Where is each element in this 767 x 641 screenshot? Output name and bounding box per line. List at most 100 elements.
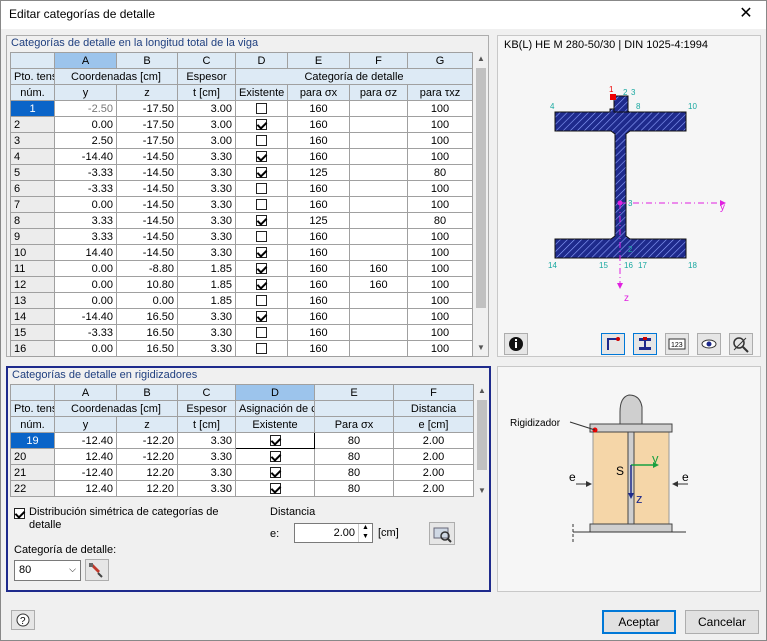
thickness-cell[interactable]: 3.00 [177, 132, 236, 149]
existente-cell[interactable] [235, 308, 288, 325]
sigma-x-cell[interactable]: 160 [287, 116, 350, 133]
z-cell[interactable]: -14.50 [116, 164, 178, 181]
z-cell[interactable]: -14.50 [116, 196, 178, 213]
scroll-thumb[interactable] [476, 68, 486, 308]
distance-cell[interactable]: 2.00 [393, 432, 474, 449]
thickness-cell[interactable]: 3.30 [177, 244, 236, 261]
sigma-z-cell[interactable] [349, 196, 408, 213]
tau-xz-cell[interactable]: 100 [407, 260, 473, 277]
row-number[interactable]: 12 [10, 276, 55, 293]
show-points-button[interactable] [601, 333, 625, 355]
existente-cell[interactable] [235, 292, 288, 309]
tau-xz-cell[interactable]: 100 [407, 228, 473, 245]
sigma-z-cell[interactable] [349, 132, 408, 149]
existente-checkbox[interactable] [256, 183, 267, 195]
sigma-z-cell[interactable] [349, 212, 408, 229]
thickness-cell[interactable]: 1.85 [177, 260, 236, 277]
sigma-x-cell[interactable]: 160 [287, 292, 350, 309]
close-icon[interactable]: ✕ [732, 3, 760, 25]
existente-cell[interactable] [235, 244, 288, 261]
tau-xz-cell[interactable]: 100 [407, 132, 473, 149]
z-cell[interactable]: -14.50 [116, 244, 178, 261]
z-cell[interactable]: -14.50 [116, 148, 178, 165]
y-cell[interactable]: -3.33 [54, 180, 117, 197]
existente-cell[interactable] [235, 448, 315, 465]
y-cell[interactable]: 12.40 [54, 480, 117, 497]
sigma-z-cell[interactable]: 160 [349, 260, 408, 277]
col-letter[interactable]: F [349, 52, 408, 69]
row-number[interactable]: 14 [10, 308, 55, 325]
existente-checkbox[interactable] [269, 483, 281, 495]
y-cell[interactable]: 0.00 [54, 196, 117, 213]
col-letter[interactable]: C [177, 384, 236, 401]
check-icon[interactable] [14, 507, 25, 519]
sigma-z-cell[interactable] [349, 244, 408, 261]
category-select[interactable]: 80 ⌵ [14, 560, 81, 581]
col-letter[interactable]: A [54, 384, 117, 401]
chevron-down-icon[interactable]: ⌵ [69, 564, 76, 575]
z-cell[interactable]: 12.20 [116, 464, 178, 481]
y-cell[interactable]: 3.33 [54, 212, 117, 229]
existente-cell[interactable] [235, 340, 288, 357]
sigma-z-cell[interactable] [349, 340, 408, 357]
thickness-cell[interactable]: 3.30 [177, 464, 236, 481]
existente-cell[interactable] [235, 180, 288, 197]
existente-checkbox[interactable] [256, 231, 267, 243]
tau-xz-cell[interactable]: 100 [407, 244, 473, 261]
row-number[interactable]: 10 [10, 244, 55, 261]
z-cell[interactable]: -14.50 [116, 180, 178, 197]
existente-checkbox[interactable] [269, 451, 281, 463]
col-letter[interactable]: D [235, 384, 315, 401]
z-cell[interactable]: -17.50 [116, 116, 178, 133]
spin-up-icon[interactable]: ▲ [358, 524, 372, 533]
row-number[interactable]: 19 [10, 432, 55, 449]
symmetric-checkbox[interactable] [14, 507, 25, 519]
existente-cell[interactable] [235, 212, 288, 229]
scroll-down-icon[interactable]: ▼ [474, 341, 488, 355]
distance-cell[interactable]: 2.00 [393, 480, 474, 497]
thickness-cell[interactable]: 3.30 [177, 180, 236, 197]
existente-cell[interactable] [235, 276, 288, 293]
z-cell[interactable]: -14.50 [116, 212, 178, 229]
col-letter[interactable]: F [393, 384, 474, 401]
tau-xz-cell[interactable]: 100 [407, 292, 473, 309]
existente-checkbox[interactable] [256, 135, 267, 147]
z-cell[interactable]: -12.20 [116, 448, 178, 465]
thickness-cell[interactable]: 3.30 [177, 448, 236, 465]
existente-cell[interactable] [235, 260, 288, 277]
scroll-up-icon[interactable]: ▲ [475, 384, 489, 398]
col-letter[interactable]: E [287, 52, 350, 69]
thickness-cell[interactable]: 3.30 [177, 432, 236, 449]
existente-checkbox[interactable] [256, 199, 267, 211]
sigma-z-cell[interactable] [349, 100, 408, 117]
existente-checkbox[interactable] [256, 343, 267, 355]
sigma-z-cell[interactable] [349, 292, 408, 309]
y-cell[interactable]: 14.40 [54, 244, 117, 261]
row-number[interactable]: 9 [10, 228, 55, 245]
thickness-cell[interactable]: 3.00 [177, 100, 236, 117]
existente-cell[interactable] [235, 196, 288, 213]
col-letter[interactable]: E [314, 384, 394, 401]
scroll-thumb[interactable] [477, 400, 487, 470]
tau-xz-cell[interactable]: 100 [407, 340, 473, 357]
sigma-x-cell[interactable]: 160 [287, 308, 350, 325]
e-spinbox[interactable]: 2.00 ▲ ▼ [294, 523, 373, 543]
sigma-x-cell[interactable]: 125 [287, 212, 350, 229]
show-section-button[interactable] [633, 333, 657, 355]
spin-down-icon[interactable]: ▼ [358, 533, 372, 542]
sigma-x-cell[interactable]: 160 [287, 132, 350, 149]
tau-xz-cell[interactable]: 100 [407, 324, 473, 341]
y-cell[interactable]: -14.40 [54, 308, 117, 325]
thickness-cell[interactable]: 1.85 [177, 292, 236, 309]
row-number[interactable]: 20 [10, 448, 55, 465]
row-number[interactable]: 15 [10, 324, 55, 341]
row-number[interactable]: 2 [10, 116, 55, 133]
row-number[interactable]: 4 [10, 148, 55, 165]
thickness-cell[interactable]: 3.30 [177, 164, 236, 181]
y-cell[interactable]: -14.40 [54, 148, 117, 165]
y-cell[interactable]: -2.50 [54, 100, 117, 117]
y-cell[interactable]: -12.40 [54, 432, 117, 449]
existente-checkbox[interactable] [256, 279, 267, 291]
thickness-cell[interactable]: 3.30 [177, 148, 236, 165]
numbering-button[interactable]: 123 [665, 333, 689, 355]
